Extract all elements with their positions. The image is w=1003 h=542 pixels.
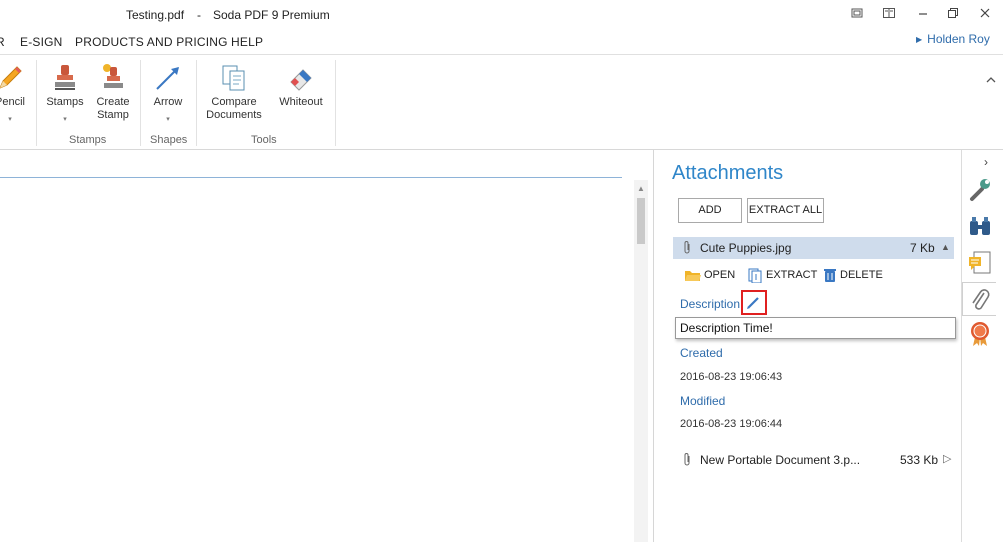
page-edge: [0, 177, 622, 178]
edit-description-button[interactable]: [741, 290, 767, 315]
modified-label: Modified: [680, 394, 726, 408]
panel-title: Attachments: [672, 162, 784, 184]
description-field[interactable]: [675, 317, 956, 339]
user-name: Holden Roy: [927, 32, 990, 46]
ribbon-divider: [140, 60, 141, 146]
title-bar: Testing.pdf - Soda PDF 9 Premium: [0, 0, 1003, 30]
comments-tab[interactable]: [963, 246, 997, 280]
fullscreen-icon[interactable]: [850, 6, 864, 20]
binoculars-icon: [970, 217, 990, 235]
create-stamp-label-1: Create: [96, 96, 130, 108]
vertical-scrollbar[interactable]: ▲: [634, 180, 648, 542]
scroll-up-icon[interactable]: ▲: [637, 184, 645, 193]
delete-button[interactable]: DELETE: [822, 267, 883, 283]
menu-item-help[interactable]: HELP: [231, 35, 263, 49]
ribbon-divider: [36, 60, 37, 146]
menu-item-esign[interactable]: E-SIGN: [20, 35, 63, 49]
comment-icon: [969, 251, 991, 274]
trash-icon: [824, 269, 836, 282]
modified-value: 2016-08-23 19:06:44: [680, 418, 783, 430]
group-tools-label: Tools: [251, 134, 277, 146]
attachment-row-selected[interactable]: Cute Puppies.jpg 7 Kb ▲: [673, 237, 954, 259]
menu-item-partial[interactable]: R: [0, 35, 5, 49]
whiteout-icon: [290, 69, 312, 91]
expand-panel-chevron-icon[interactable]: ›: [984, 155, 988, 169]
user-caret-icon: ▶: [916, 35, 923, 44]
open-label: OPEN: [704, 268, 736, 281]
extract-icon: [748, 268, 762, 284]
extract-all-button[interactable]: EXTRACT ALL: [747, 198, 824, 223]
paperclip-icon: [684, 241, 690, 254]
chevron-down-icon: ▾: [166, 116, 170, 123]
created-label: Created: [680, 346, 723, 360]
scrollbar-thumb[interactable]: [637, 198, 645, 244]
title-separator: -: [197, 8, 201, 22]
menu-bar: R E-SIGN PRODUCTS AND PRICING HELP: [0, 30, 1003, 54]
collapse-attachment-icon[interactable]: ▲: [941, 242, 950, 252]
reading-mode-icon[interactable]: [882, 6, 896, 20]
paperclip-icon: [972, 289, 990, 310]
open-button[interactable]: OPEN: [684, 267, 735, 283]
group-stamps-label: Stamps: [69, 134, 107, 146]
arrow-icon: [156, 67, 179, 90]
paperclip-icon: [684, 453, 690, 466]
certificate-tab[interactable]: [963, 316, 997, 350]
properties-tab[interactable]: [963, 172, 997, 206]
attachment-name: Cute Puppies.jpg: [700, 241, 792, 255]
create-stamp-button[interactable]: Create Stamp: [93, 62, 133, 122]
extract-button[interactable]: EXTRACT: [746, 267, 818, 284]
compare-documents-icon: [222, 65, 245, 91]
ribbon-divider: [196, 60, 197, 146]
document-title: Testing.pdf: [126, 8, 185, 22]
folder-open-icon: [685, 271, 701, 281]
arrow-label: Arrow: [153, 96, 183, 108]
description-label: Description: [680, 297, 741, 311]
chevron-down-icon: ▾: [8, 116, 12, 123]
pencil-label: Pencil: [0, 96, 25, 108]
delete-label: DELETE: [840, 268, 883, 281]
app-title: Soda PDF 9 Premium: [213, 8, 330, 22]
compare-label-2: Documents: [206, 109, 262, 121]
restore-icon[interactable]: [946, 6, 960, 20]
whiteout-button[interactable]: Whiteout: [274, 62, 328, 109]
pencil-button[interactable]: Pencil ▾: [0, 62, 28, 126]
ribbon-badge-icon: [971, 322, 989, 346]
compare-documents-button[interactable]: Compare Documents: [204, 62, 264, 122]
document-canvas[interactable]: [0, 150, 653, 542]
collapse-ribbon-icon[interactable]: [985, 75, 997, 85]
create-stamp-label-2: Stamp: [97, 109, 129, 121]
chevron-down-icon: ▾: [63, 116, 67, 123]
stamps-label: Stamps: [46, 96, 84, 108]
pencil-icon: [0, 66, 22, 89]
created-value: 2016-08-23 19:06:43: [680, 371, 783, 383]
add-button[interactable]: ADD: [678, 198, 742, 223]
minimize-icon[interactable]: [916, 6, 930, 20]
close-icon[interactable]: [978, 6, 992, 20]
wrench-icon: [970, 179, 990, 201]
pencil-edit-icon: [747, 297, 759, 309]
menu-item-products[interactable]: PRODUCTS AND PRICING: [75, 35, 228, 49]
ribbon-divider: [335, 60, 336, 146]
search-tab[interactable]: [963, 210, 997, 244]
user-account[interactable]: ▶ Holden Roy: [916, 32, 990, 46]
attachments-tab[interactable]: [962, 282, 996, 316]
attachment-name: New Portable Document 3.p...: [700, 453, 861, 467]
compare-label-1: Compare: [211, 96, 257, 108]
group-shapes-label: Shapes: [150, 134, 188, 146]
expand-attachment-icon[interactable]: ▷: [943, 452, 951, 465]
attachment-size: 7 Kb: [910, 241, 935, 255]
stamps-button[interactable]: Stamps ▾: [44, 62, 86, 126]
create-stamp-icon: [103, 64, 123, 88]
attachment-row[interactable]: New Portable Document 3.p... 533 Kb ▷: [673, 449, 954, 471]
extract-label: EXTRACT: [766, 268, 818, 281]
stamp-icon: [55, 65, 75, 90]
arrow-button[interactable]: Arrow ▾: [148, 62, 188, 126]
attachment-size: 533 Kb: [900, 453, 939, 467]
whiteout-label: Whiteout: [279, 96, 323, 108]
